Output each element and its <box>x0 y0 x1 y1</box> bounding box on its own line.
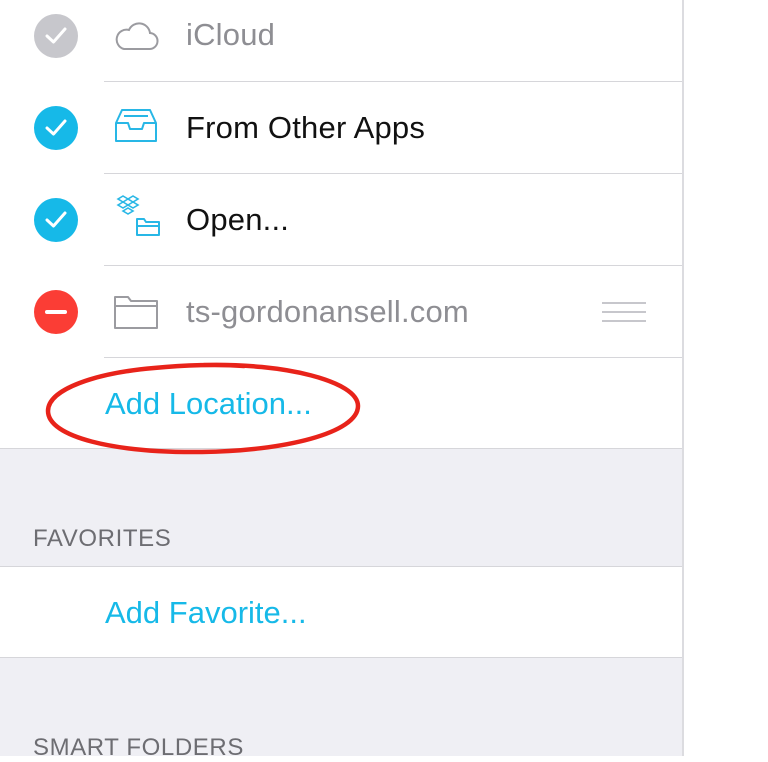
location-row-open[interactable]: Open... <box>0 174 682 266</box>
check-toggle[interactable] <box>34 198 78 242</box>
check-toggle[interactable] <box>34 14 78 58</box>
check-toggle[interactable] <box>34 106 78 150</box>
location-label-ts-gordonansell: ts-gordonansell.com <box>186 294 469 329</box>
favorites-list: Add Favorite... <box>0 566 682 658</box>
delete-toggle[interactable] <box>34 290 78 334</box>
add-location-row[interactable]: Add Location... <box>0 358 682 449</box>
tray-icon <box>112 106 160 146</box>
locations-sidebar: iCloud From Other Apps Open... ts-gordon… <box>0 0 684 761</box>
locations-list: iCloud From Other Apps Open... ts-gordon… <box>0 0 682 449</box>
folder-icon <box>112 292 160 332</box>
location-row-icloud[interactable]: iCloud <box>0 0 682 82</box>
add-favorite-link[interactable]: Add Favorite... <box>105 595 307 631</box>
detail-pane <box>684 0 768 756</box>
location-label-icloud: iCloud <box>186 17 276 52</box>
location-row-from-other-apps[interactable]: From Other Apps <box>0 82 682 174</box>
dropbox-folder-icon <box>112 195 160 236</box>
minus-icon <box>45 310 67 314</box>
group-divider <box>0 448 682 449</box>
location-label-open: Open... <box>186 202 290 237</box>
location-label-from-other-apps: From Other Apps <box>186 110 426 145</box>
cloud-icon <box>112 16 160 56</box>
reorder-handle-icon[interactable] <box>602 302 646 324</box>
location-row-ts-gordonansell[interactable]: ts-gordonansell.com <box>0 266 682 358</box>
favorites-section-header: FAVORITES <box>33 525 172 552</box>
add-location-link[interactable]: Add Location... <box>105 386 312 422</box>
smart-folders-section-header: SMART FOLDERS <box>33 734 244 761</box>
